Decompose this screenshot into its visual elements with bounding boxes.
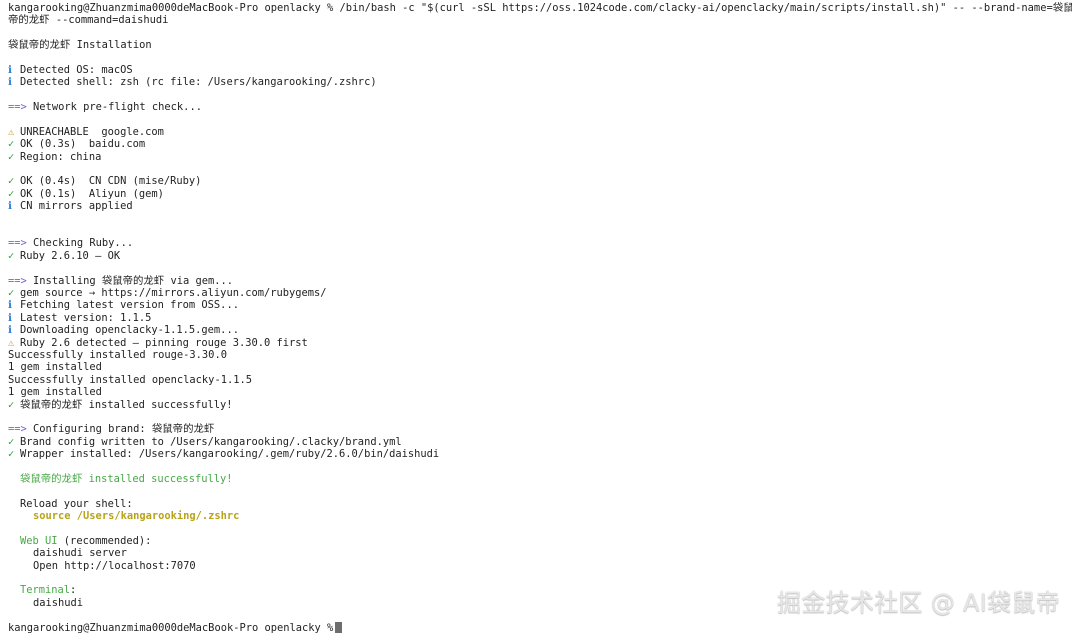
aliyun-line: ✓ OK (0.1s) Aliyun (gem)	[8, 187, 164, 200]
info-icon: ℹ	[8, 63, 12, 76]
brand-config-line: ✓ Brand config written to /Users/kangaroo…	[8, 435, 402, 448]
check-icon: ✓	[8, 175, 15, 188]
one-gem-installed-line: 1 gem installed	[8, 386, 102, 399]
baidu-ok-line: ✓ OK (0.3s) baidu.com	[8, 138, 146, 151]
info-icon: ℹ	[8, 311, 12, 324]
terminal-command-line: kangarooking@Zhuanzmima0000deMacBook-Pro…	[8, 2, 1072, 14]
wrapper-installed-line: ✓ Wrapper installed: /Users/kangarooking/…	[8, 448, 440, 461]
info-icon: ℹ	[8, 299, 12, 312]
check-icon: ✓	[8, 249, 15, 262]
installation-title: 袋鼠帝的龙虾 Installation	[8, 39, 152, 52]
arrow-marker: ==>	[8, 423, 27, 436]
downloading-line: ℹ Downloading openclacky-1.1.5.gem...	[8, 324, 239, 337]
installed-success-line: ✓ 袋鼠帝的龙虾 installed successfully!	[8, 398, 233, 411]
check-icon: ✓	[8, 187, 15, 200]
check-icon: ✓	[8, 435, 15, 448]
terminal-cursor[interactable]	[335, 621, 343, 633]
terminal-command-wrap: 帝的龙虾 --command=daishudi	[8, 14, 169, 27]
latest-version-line: ℹ Latest version: 1.1.5	[8, 311, 152, 324]
mirrors-line: ℹ CN mirrors applied	[8, 200, 133, 213]
one-gem-installed-line: 1 gem installed	[8, 361, 102, 374]
warning-icon: ⚠	[8, 125, 15, 138]
check-icon: ✓	[8, 138, 15, 151]
cn-cdn-line: ✓ OK (0.4s) CN CDN (mise/Ruby)	[8, 175, 202, 188]
warning-icon: ⚠	[8, 336, 15, 349]
web-ui-line: Web UI (recommended):	[20, 534, 152, 547]
installed-openclacky-line: Successfully installed openclacky-1.1.5	[8, 373, 252, 386]
final-success-line: 袋鼠帝的龙虾 installed successfully!	[20, 472, 233, 485]
region-line: ✓ Region: china	[8, 150, 102, 163]
terminal-prompt: kangarooking@Zhuanzmima0000deMacBook-Pro…	[8, 2, 334, 14]
arrow-marker: ==>	[8, 274, 27, 287]
installed-rouge-line: Successfully installed rouge-3.30.0	[8, 348, 227, 361]
terminal-label-line: Terminal:	[20, 584, 77, 597]
fetching-line: ℹ Fetching latest version from OSS...	[8, 299, 239, 312]
terminal-section-label: Terminal	[20, 584, 71, 597]
check-icon: ✓	[8, 398, 15, 411]
checking-ruby-line: ==> Checking Ruby...	[8, 237, 134, 250]
info-icon: ℹ	[8, 76, 12, 89]
reload-shell-line: Reload your shell:	[20, 497, 133, 510]
installing-line: ==> Installing 袋鼠帝的龙虾 via gem...	[8, 274, 234, 287]
gem-source-line: ✓ gem source → https://mirrors.aliyun.com…	[8, 287, 327, 299]
ruby-ok-line: ✓ Ruby 2.6.10 — OK	[8, 249, 121, 262]
configuring-brand-line: ==> Configuring brand: 袋鼠帝的龙虾	[8, 423, 215, 436]
ruby-detected-line: ⚠ Ruby 2.6 detected — pinning rouge 3.30.…	[8, 336, 308, 349]
detected-shell-line: ℹ Detected shell: zsh (rc file: /Users/ka…	[8, 76, 377, 89]
terminal-window[interactable]: kangarooking@Zhuanzmima0000deMacBook-Pro…	[0, 0, 1080, 636]
network-check-line: ==> Network pre-flight check...	[8, 101, 202, 114]
arrow-marker: ==>	[8, 101, 27, 114]
arrow-marker: ==>	[8, 237, 27, 250]
check-icon: ✓	[8, 287, 15, 299]
web-ui-label: Web UI	[20, 534, 58, 547]
server-command-line: daishudi server	[33, 547, 127, 560]
check-icon: ✓	[8, 150, 15, 163]
terminal-command-usage-line: daishudi	[33, 596, 84, 609]
open-url-line: Open http://localhost:7070	[33, 559, 196, 572]
unreachable-google-line: ⚠ UNREACHABLE google.com	[8, 125, 164, 138]
info-icon: ℹ	[8, 200, 12, 213]
info-icon: ℹ	[8, 324, 12, 337]
terminal-command: /bin/bash -c "$(curl -sSL https://oss.10…	[333, 2, 1072, 14]
check-icon: ✓	[8, 448, 15, 461]
source-command-line: source /Users/kangarooking/.zshrc	[33, 510, 240, 523]
final-prompt-line[interactable]: kangarooking@Zhuanzmima0000deMacBook-Pro…	[8, 621, 1072, 634]
terminal-prompt: kangarooking@Zhuanzmima0000deMacBook-Pro…	[8, 621, 334, 634]
detected-os-line: ℹ Detected OS: macOS	[8, 63, 133, 76]
